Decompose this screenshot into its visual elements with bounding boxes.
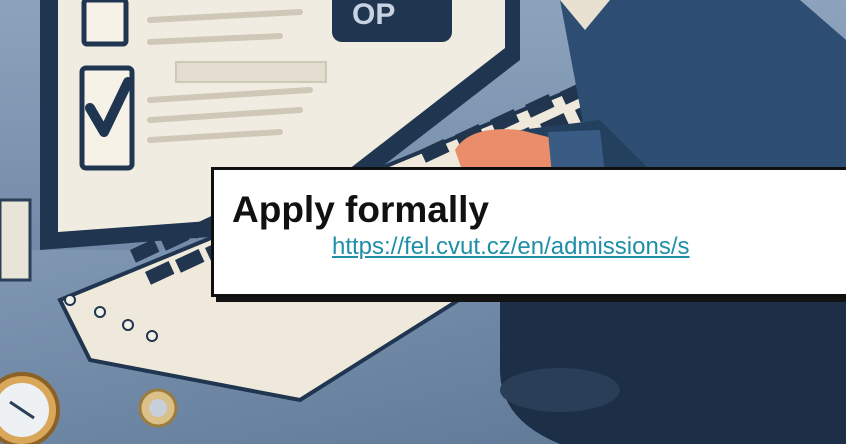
- checkmark-icon: [79, 65, 135, 171]
- screen-button-text: OP: [352, 0, 395, 31]
- paper-stack: [0, 198, 32, 282]
- admissions-link[interactable]: https://fel.cvut.cz/en/admissions/s: [332, 233, 689, 261]
- checkbox-icon: [81, 0, 129, 47]
- card-title: Apply formally: [232, 189, 489, 230]
- slide-stage: OP Apply formally https://fel.cvut.cz/en…: [0, 0, 846, 444]
- compass-icon: [0, 372, 60, 444]
- person-shoe: [500, 368, 620, 412]
- screen-button: OP: [332, 0, 452, 42]
- apply-info-card: Apply formally https://fel.cvut.cz/en/ad…: [211, 167, 846, 297]
- coin-icon: [138, 388, 178, 428]
- screen-field: [175, 61, 327, 83]
